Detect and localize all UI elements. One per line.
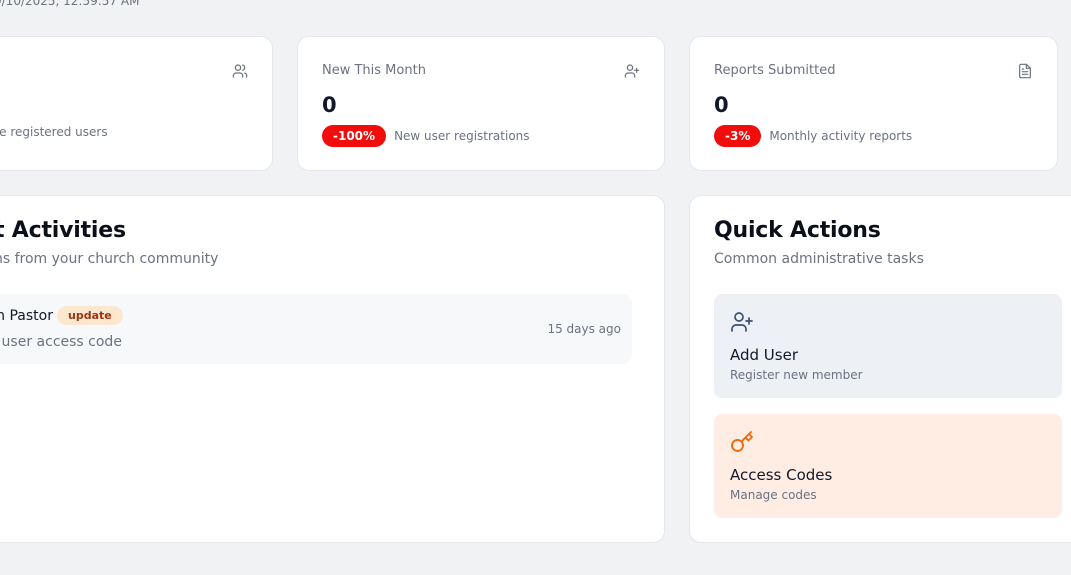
stat-card-total-users: tive registered users [0, 36, 273, 171]
stat-title: New This Month [322, 63, 426, 78]
section-title: t Activities [0, 218, 126, 243]
user-plus-icon [624, 63, 640, 79]
activity-user-name: rch Pastor [0, 308, 53, 324]
stat-value: 0 [714, 93, 729, 117]
stat-value: 0 [322, 93, 337, 117]
activity-item[interactable]: rch Pastor update et user access code 15… [0, 294, 632, 364]
activity-time: 15 days ago [547, 322, 621, 336]
action-label: Access Codes [730, 466, 833, 484]
stat-description: Monthly activity reports [769, 129, 913, 143]
stat-card-reports-submitted: Reports Submitted 0 -3% Monthly activity… [689, 36, 1058, 171]
last-updated-timestamp: 9/10/2025, 12:59:57 AM [0, 0, 140, 8]
user-plus-icon [730, 310, 754, 334]
access-codes-button[interactable]: Access Codes Manage codes [714, 414, 1062, 518]
file-text-icon [1017, 63, 1033, 79]
key-icon [730, 430, 754, 454]
section-subtitle: ns from your church community [0, 251, 219, 267]
section-subtitle: Common administrative tasks [714, 251, 924, 267]
activity-description: et user access code [0, 334, 122, 350]
recent-activities-card: t Activities ns from your church communi… [0, 195, 665, 543]
change-badge: -100% [322, 125, 387, 147]
stat-description: tive registered users [0, 125, 108, 139]
stat-card-new-this-month: New This Month 0 -100% New user registra… [297, 36, 665, 171]
action-label: Add User [730, 346, 798, 364]
add-user-button[interactable]: Add User Register new member [714, 294, 1062, 398]
action-subtitle: Register new member [730, 368, 863, 382]
users-icon [232, 63, 248, 79]
section-title: Quick Actions [714, 218, 881, 243]
stat-description: New user registrations [394, 129, 530, 143]
quick-actions-card: Quick Actions Common administrative task… [689, 195, 1071, 543]
stat-title: Reports Submitted [714, 63, 836, 78]
change-badge: -3% [714, 125, 762, 147]
action-subtitle: Manage codes [730, 488, 817, 502]
activity-type-badge: update [57, 306, 123, 325]
